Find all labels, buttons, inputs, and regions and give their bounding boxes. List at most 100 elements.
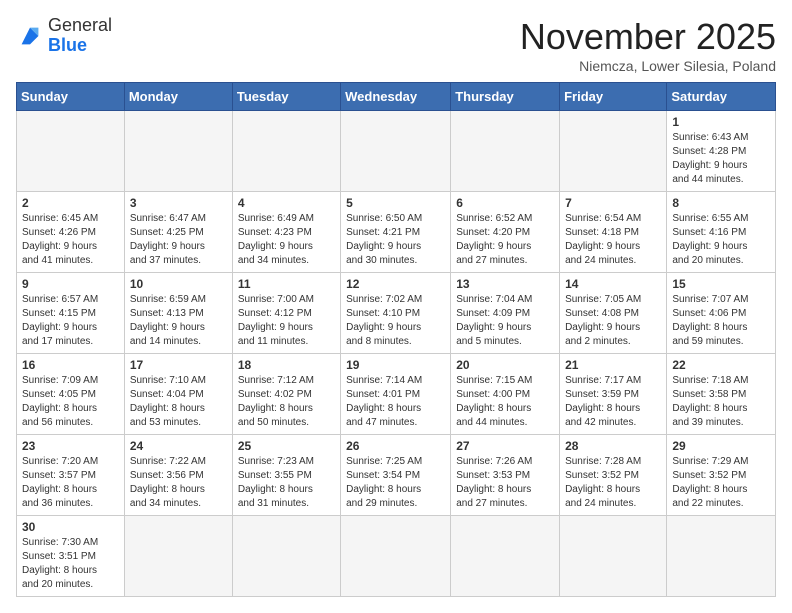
day-info: Sunrise: 7:04 AM Sunset: 4:09 PM Dayligh… [456, 293, 554, 349]
calendar-day-cell: 12Sunrise: 7:02 AM Sunset: 4:10 PM Dayli… [341, 273, 451, 354]
weekday-header-thursday: Thursday [451, 83, 560, 111]
calendar-day-cell: 10 Sunrise: 6:59 AM Sunset: 4:13 PM Dayli… [124, 273, 232, 354]
day-info: Sunrise: 7:02 AM Sunset: 4:10 PM Dayligh… [346, 293, 445, 349]
calendar-day-cell [232, 111, 340, 192]
day-number: 21 [565, 358, 661, 372]
day-info: Sunrise: 7:28 AM Sunset: 3:52 PM Dayligh… [565, 455, 661, 511]
day-info: Sunrise: 7:22 AM Sunset: 3:56 PM Dayligh… [130, 455, 227, 511]
calendar-day-cell: 9Sunrise: 6:57 AM Sunset: 4:15 PM Daylig… [17, 273, 125, 354]
weekday-header-wednesday: Wednesday [341, 83, 451, 111]
logo: GeneralBlue [16, 16, 112, 56]
calendar-day-cell: 19 Sunrise: 7:14 AM Sunset: 4:01 PM Dayli… [341, 354, 451, 435]
calendar-day-cell [451, 111, 560, 192]
day-number: 10 [130, 277, 227, 291]
calendar-day-cell: 30Sunrise: 7:30 AM Sunset: 3:51 PM Dayli… [17, 516, 125, 597]
day-number: 2 [22, 196, 119, 210]
day-info: Sunrise: 6:49 AM Sunset: 4:23 PM Dayligh… [238, 212, 335, 268]
calendar-day-cell: 17 Sunrise: 7:10 AM Sunset: 4:04 PM Dayli… [124, 354, 232, 435]
day-number: 24 [130, 439, 227, 453]
day-number: 27 [456, 439, 554, 453]
day-info: Sunrise: 7:00 AM Sunset: 4:12 PM Dayligh… [238, 293, 335, 349]
day-info: Sunrise: 7:12 AM Sunset: 4:02 PM Dayligh… [238, 374, 335, 430]
title-area: November 2025 Niemcza, Lower Silesia, Po… [520, 16, 776, 74]
calendar-day-cell [17, 111, 125, 192]
calendar-day-cell [560, 516, 667, 597]
calendar-day-cell [451, 516, 560, 597]
day-info: Sunrise: 7:15 AM Sunset: 4:00 PM Dayligh… [456, 374, 554, 430]
day-number: 22 [672, 358, 770, 372]
day-number: 6 [456, 196, 554, 210]
calendar-day-cell [341, 111, 451, 192]
day-info: Sunrise: 7:20 AM Sunset: 3:57 PM Dayligh… [22, 455, 119, 511]
calendar-day-cell: 11 Sunrise: 7:00 AM Sunset: 4:12 PM Dayli… [232, 273, 340, 354]
day-number: 19 [346, 358, 445, 372]
day-number: 11 [238, 277, 335, 291]
calendar-day-cell: 13 Sunrise: 7:04 AM Sunset: 4:09 PM Dayli… [451, 273, 560, 354]
day-number: 30 [22, 520, 119, 534]
day-number: 29 [672, 439, 770, 453]
calendar-header-row: SundayMondayTuesdayWednesdayThursdayFrid… [17, 83, 776, 111]
day-number: 26 [346, 439, 445, 453]
calendar-day-cell: 14Sunrise: 7:05 AM Sunset: 4:08 PM Dayli… [560, 273, 667, 354]
weekday-header-saturday: Saturday [667, 83, 776, 111]
calendar-day-cell: 27 Sunrise: 7:26 AM Sunset: 3:53 PM Dayli… [451, 435, 560, 516]
day-info: Sunrise: 6:50 AM Sunset: 4:21 PM Dayligh… [346, 212, 445, 268]
calendar-week-row-2: 9Sunrise: 6:57 AM Sunset: 4:15 PM Daylig… [17, 273, 776, 354]
day-info: Sunrise: 7:07 AM Sunset: 4:06 PM Dayligh… [672, 293, 770, 349]
calendar-day-cell: 25 Sunrise: 7:23 AM Sunset: 3:55 PM Dayli… [232, 435, 340, 516]
page-header: GeneralBlue November 2025 Niemcza, Lower… [16, 16, 776, 74]
day-info: Sunrise: 6:43 AM Sunset: 4:28 PM Dayligh… [672, 131, 770, 187]
weekday-header-monday: Monday [124, 83, 232, 111]
day-number: 1 [672, 115, 770, 129]
calendar-day-cell: 5 Sunrise: 6:50 AM Sunset: 4:21 PM Daylig… [341, 192, 451, 273]
calendar-day-cell: 3Sunrise: 6:47 AM Sunset: 4:25 PM Daylig… [124, 192, 232, 273]
day-info: Sunrise: 7:25 AM Sunset: 3:54 PM Dayligh… [346, 455, 445, 511]
day-number: 16 [22, 358, 119, 372]
day-number: 25 [238, 439, 335, 453]
calendar-day-cell: 4 Sunrise: 6:49 AM Sunset: 4:23 PM Daylig… [232, 192, 340, 273]
logo-text: GeneralBlue [48, 16, 112, 56]
calendar-day-cell: 29Sunrise: 7:29 AM Sunset: 3:52 PM Dayli… [667, 435, 776, 516]
calendar-table: SundayMondayTuesdayWednesdayThursdayFrid… [16, 82, 776, 597]
weekday-header-friday: Friday [560, 83, 667, 111]
calendar-day-cell [232, 516, 340, 597]
calendar-week-row-5: 30Sunrise: 7:30 AM Sunset: 3:51 PM Dayli… [17, 516, 776, 597]
calendar-day-cell: 8Sunrise: 6:55 AM Sunset: 4:16 PM Daylig… [667, 192, 776, 273]
day-number: 23 [22, 439, 119, 453]
day-number: 17 [130, 358, 227, 372]
weekday-header-sunday: Sunday [17, 83, 125, 111]
day-number: 18 [238, 358, 335, 372]
calendar-day-cell: 22 Sunrise: 7:18 AM Sunset: 3:58 PM Dayli… [667, 354, 776, 435]
day-info: Sunrise: 6:52 AM Sunset: 4:20 PM Dayligh… [456, 212, 554, 268]
day-info: Sunrise: 6:59 AM Sunset: 4:13 PM Dayligh… [130, 293, 227, 349]
day-info: Sunrise: 7:23 AM Sunset: 3:55 PM Dayligh… [238, 455, 335, 511]
calendar-day-cell: 1 Sunrise: 6:43 AM Sunset: 4:28 PM Daylig… [667, 111, 776, 192]
day-number: 3 [130, 196, 227, 210]
day-info: Sunrise: 7:09 AM Sunset: 4:05 PM Dayligh… [22, 374, 119, 430]
day-info: Sunrise: 7:14 AM Sunset: 4:01 PM Dayligh… [346, 374, 445, 430]
day-info: Sunrise: 7:10 AM Sunset: 4:04 PM Dayligh… [130, 374, 227, 430]
day-info: Sunrise: 6:54 AM Sunset: 4:18 PM Dayligh… [565, 212, 661, 268]
location-subtitle: Niemcza, Lower Silesia, Poland [520, 58, 776, 74]
day-info: Sunrise: 7:26 AM Sunset: 3:53 PM Dayligh… [456, 455, 554, 511]
calendar-day-cell: 26 Sunrise: 7:25 AM Sunset: 3:54 PM Dayli… [341, 435, 451, 516]
day-info: Sunrise: 7:17 AM Sunset: 3:59 PM Dayligh… [565, 374, 661, 430]
calendar-day-cell: 15 Sunrise: 7:07 AM Sunset: 4:06 PM Dayli… [667, 273, 776, 354]
day-number: 7 [565, 196, 661, 210]
calendar-day-cell: 16 Sunrise: 7:09 AM Sunset: 4:05 PM Dayli… [17, 354, 125, 435]
calendar-day-cell: 28Sunrise: 7:28 AM Sunset: 3:52 PM Dayli… [560, 435, 667, 516]
calendar-week-row-4: 23 Sunrise: 7:20 AM Sunset: 3:57 PM Dayli… [17, 435, 776, 516]
day-number: 13 [456, 277, 554, 291]
calendar-day-cell [341, 516, 451, 597]
calendar-day-cell: 20Sunrise: 7:15 AM Sunset: 4:00 PM Dayli… [451, 354, 560, 435]
day-number: 5 [346, 196, 445, 210]
day-info: Sunrise: 7:18 AM Sunset: 3:58 PM Dayligh… [672, 374, 770, 430]
day-number: 15 [672, 277, 770, 291]
day-info: Sunrise: 6:45 AM Sunset: 4:26 PM Dayligh… [22, 212, 119, 268]
calendar-day-cell: 2 Sunrise: 6:45 AM Sunset: 4:26 PM Daylig… [17, 192, 125, 273]
calendar-day-cell: 24 Sunrise: 7:22 AM Sunset: 3:56 PM Dayli… [124, 435, 232, 516]
day-info: Sunrise: 6:55 AM Sunset: 4:16 PM Dayligh… [672, 212, 770, 268]
calendar-day-cell [124, 111, 232, 192]
calendar-day-cell [667, 516, 776, 597]
day-number: 4 [238, 196, 335, 210]
